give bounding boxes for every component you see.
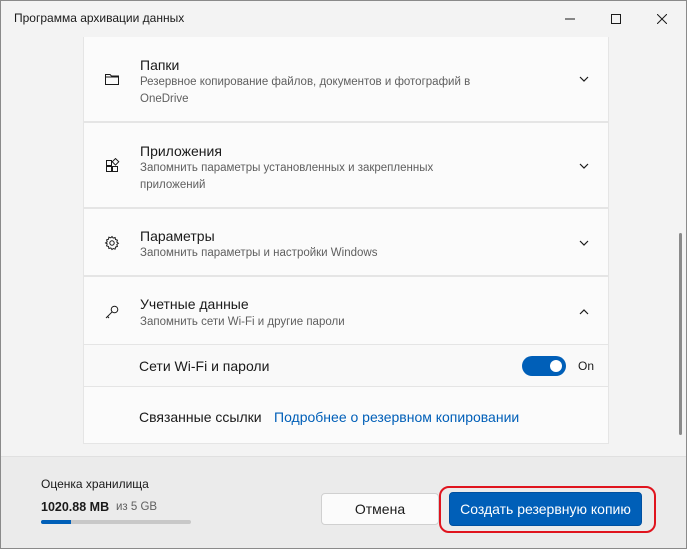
backup-info-link[interactable]: Подробнее о резервном копировании (274, 409, 519, 425)
wifi-row: Сети Wi-Fi и пароли On (83, 345, 609, 387)
chevron-up-icon[interactable] (578, 306, 590, 318)
apps-icon (104, 158, 120, 174)
maximize-button[interactable] (593, 1, 639, 37)
section-title: Приложения (140, 143, 222, 159)
minimize-button[interactable] (547, 1, 593, 37)
related-links-row: Связанные ссылки Подробнее о резервном к… (83, 387, 609, 444)
gear-icon (104, 235, 120, 251)
maximize-icon (611, 14, 621, 24)
section-settings[interactable]: Параметры Запомнить параметры и настройк… (83, 208, 609, 276)
storage-used: 1020.88 MB (41, 500, 110, 514)
footer: Оценка хранилища 1020.88 MB из 5 GB Отме… (1, 456, 686, 548)
close-button[interactable] (639, 1, 685, 37)
minimize-icon (565, 18, 575, 20)
wifi-toggle-state: On (578, 359, 595, 373)
section-folders[interactable]: Папки Резервное копирование файлов, доку… (83, 37, 609, 122)
section-description: Резервное копирование файлов, документов… (140, 76, 471, 105)
scrollbar[interactable] (679, 233, 682, 435)
wifi-label: Сети Wi-Fi и пароли (139, 358, 270, 374)
storage-total: из 5 GB (116, 501, 158, 513)
key-icon (104, 304, 120, 320)
storage-title: Оценка хранилища (41, 477, 149, 491)
related-links-label: Связанные ссылки (139, 409, 262, 425)
title-bar[interactable]: Программа архивации данных (1, 1, 686, 37)
section-apps[interactable]: Приложения Запомнить параметры установле… (83, 122, 609, 208)
section-title: Параметры (140, 228, 215, 244)
toggle-knob (550, 360, 562, 372)
sections-list: Папки Резервное копирование файлов, доку… (1, 37, 686, 456)
backup-window: Программа архивации данных Папки Резервн… (0, 0, 687, 549)
wifi-toggle[interactable] (522, 356, 566, 376)
storage-fill (41, 520, 71, 524)
window-title: Программа архивации данных (14, 11, 185, 25)
section-description: Запомнить параметры установленных и закр… (140, 162, 434, 191)
chevron-down-icon[interactable] (578, 73, 590, 85)
section-title: Папки (140, 57, 180, 73)
section-title: Учетные данные (140, 296, 249, 312)
cancel-button[interactable]: Отмена (321, 493, 439, 525)
section-description: Запомнить сети Wi-Fi и другие пароли (140, 316, 345, 328)
section-credentials[interactable]: Учетные данные Запомнить сети Wi-Fi и др… (83, 276, 609, 345)
section-description: Запомнить параметры и настройки Windows (140, 247, 378, 259)
close-icon (657, 14, 667, 24)
folder-icon (104, 71, 120, 87)
storage-bar (41, 520, 191, 524)
chevron-down-icon[interactable] (578, 160, 590, 172)
chevron-down-icon[interactable] (578, 237, 590, 249)
create-backup-button[interactable]: Создать резервную копию (449, 492, 642, 526)
